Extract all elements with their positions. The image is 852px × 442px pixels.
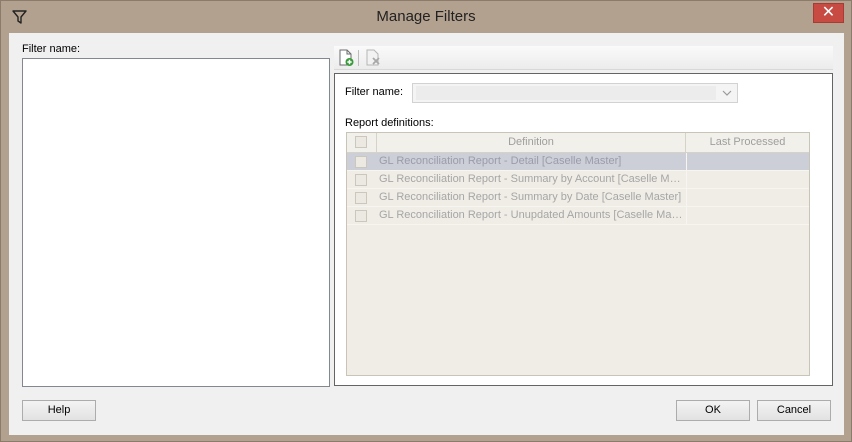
help-button[interactable]: Help	[22, 400, 96, 421]
select-all-checkbox[interactable]	[355, 136, 367, 148]
dialog-body: Filter name: Filter name: Report definit…	[9, 33, 844, 435]
window-title: Manage Filters	[376, 8, 476, 25]
row-definition: GL Reconciliation Report - Detail [Casel…	[379, 155, 622, 167]
toolbar-separator	[358, 50, 359, 66]
title-bar[interactable]: Manage Filters ✕	[1, 1, 851, 33]
row-definition: GL Reconciliation Report - Summary by Da…	[379, 191, 682, 203]
table-row[interactable]: GL Reconciliation Report - Unupdated Amo…	[347, 207, 809, 225]
filter-toolbar	[334, 46, 833, 70]
select-all-cell[interactable]	[347, 133, 377, 153]
filter-list[interactable]	[22, 58, 330, 387]
row-divider	[686, 171, 687, 189]
cancel-button[interactable]: Cancel	[757, 400, 831, 421]
filter-list-label: Filter name:	[22, 43, 81, 55]
ok-button[interactable]: OK	[676, 400, 750, 421]
column-last-processed[interactable]: Last Processed	[686, 133, 809, 153]
table-row[interactable]: GL Reconciliation Report - Summary by Da…	[347, 189, 809, 207]
grid-header: Definition Last Processed	[347, 133, 809, 153]
new-document-icon[interactable]	[337, 49, 355, 67]
table-row[interactable]: GL Reconciliation Report - Detail [Casel…	[347, 153, 809, 171]
row-divider	[686, 189, 687, 207]
close-button[interactable]: ✕	[813, 3, 844, 23]
row-definition: GL Reconciliation Report - Unupdated Amo…	[379, 209, 685, 221]
row-definition: GL Reconciliation Report - Summary by Ac…	[379, 173, 685, 185]
row-divider	[686, 153, 687, 171]
row-checkbox[interactable]	[355, 156, 367, 168]
column-definition[interactable]: Definition	[377, 133, 686, 153]
row-checkbox[interactable]	[355, 174, 367, 186]
manage-filters-window: Manage Filters ✕ Filter name: Filter nam…	[0, 0, 852, 442]
filter-editor-panel: Filter name: Report definitions: Definit…	[334, 73, 833, 386]
row-checkbox[interactable]	[355, 192, 367, 204]
row-divider	[686, 207, 687, 225]
report-definitions-label: Report definitions:	[345, 117, 434, 129]
delete-document-icon[interactable]	[364, 49, 382, 67]
table-row[interactable]: GL Reconciliation Report - Summary by Ac…	[347, 171, 809, 189]
report-definitions-grid: Definition Last Processed GL Reconciliat…	[346, 132, 810, 376]
row-checkbox[interactable]	[355, 210, 367, 222]
filter-name-combobox[interactable]	[412, 83, 738, 103]
filter-name-value	[416, 86, 716, 100]
filter-name-label: Filter name:	[345, 86, 404, 98]
chevron-down-icon[interactable]	[719, 85, 735, 101]
